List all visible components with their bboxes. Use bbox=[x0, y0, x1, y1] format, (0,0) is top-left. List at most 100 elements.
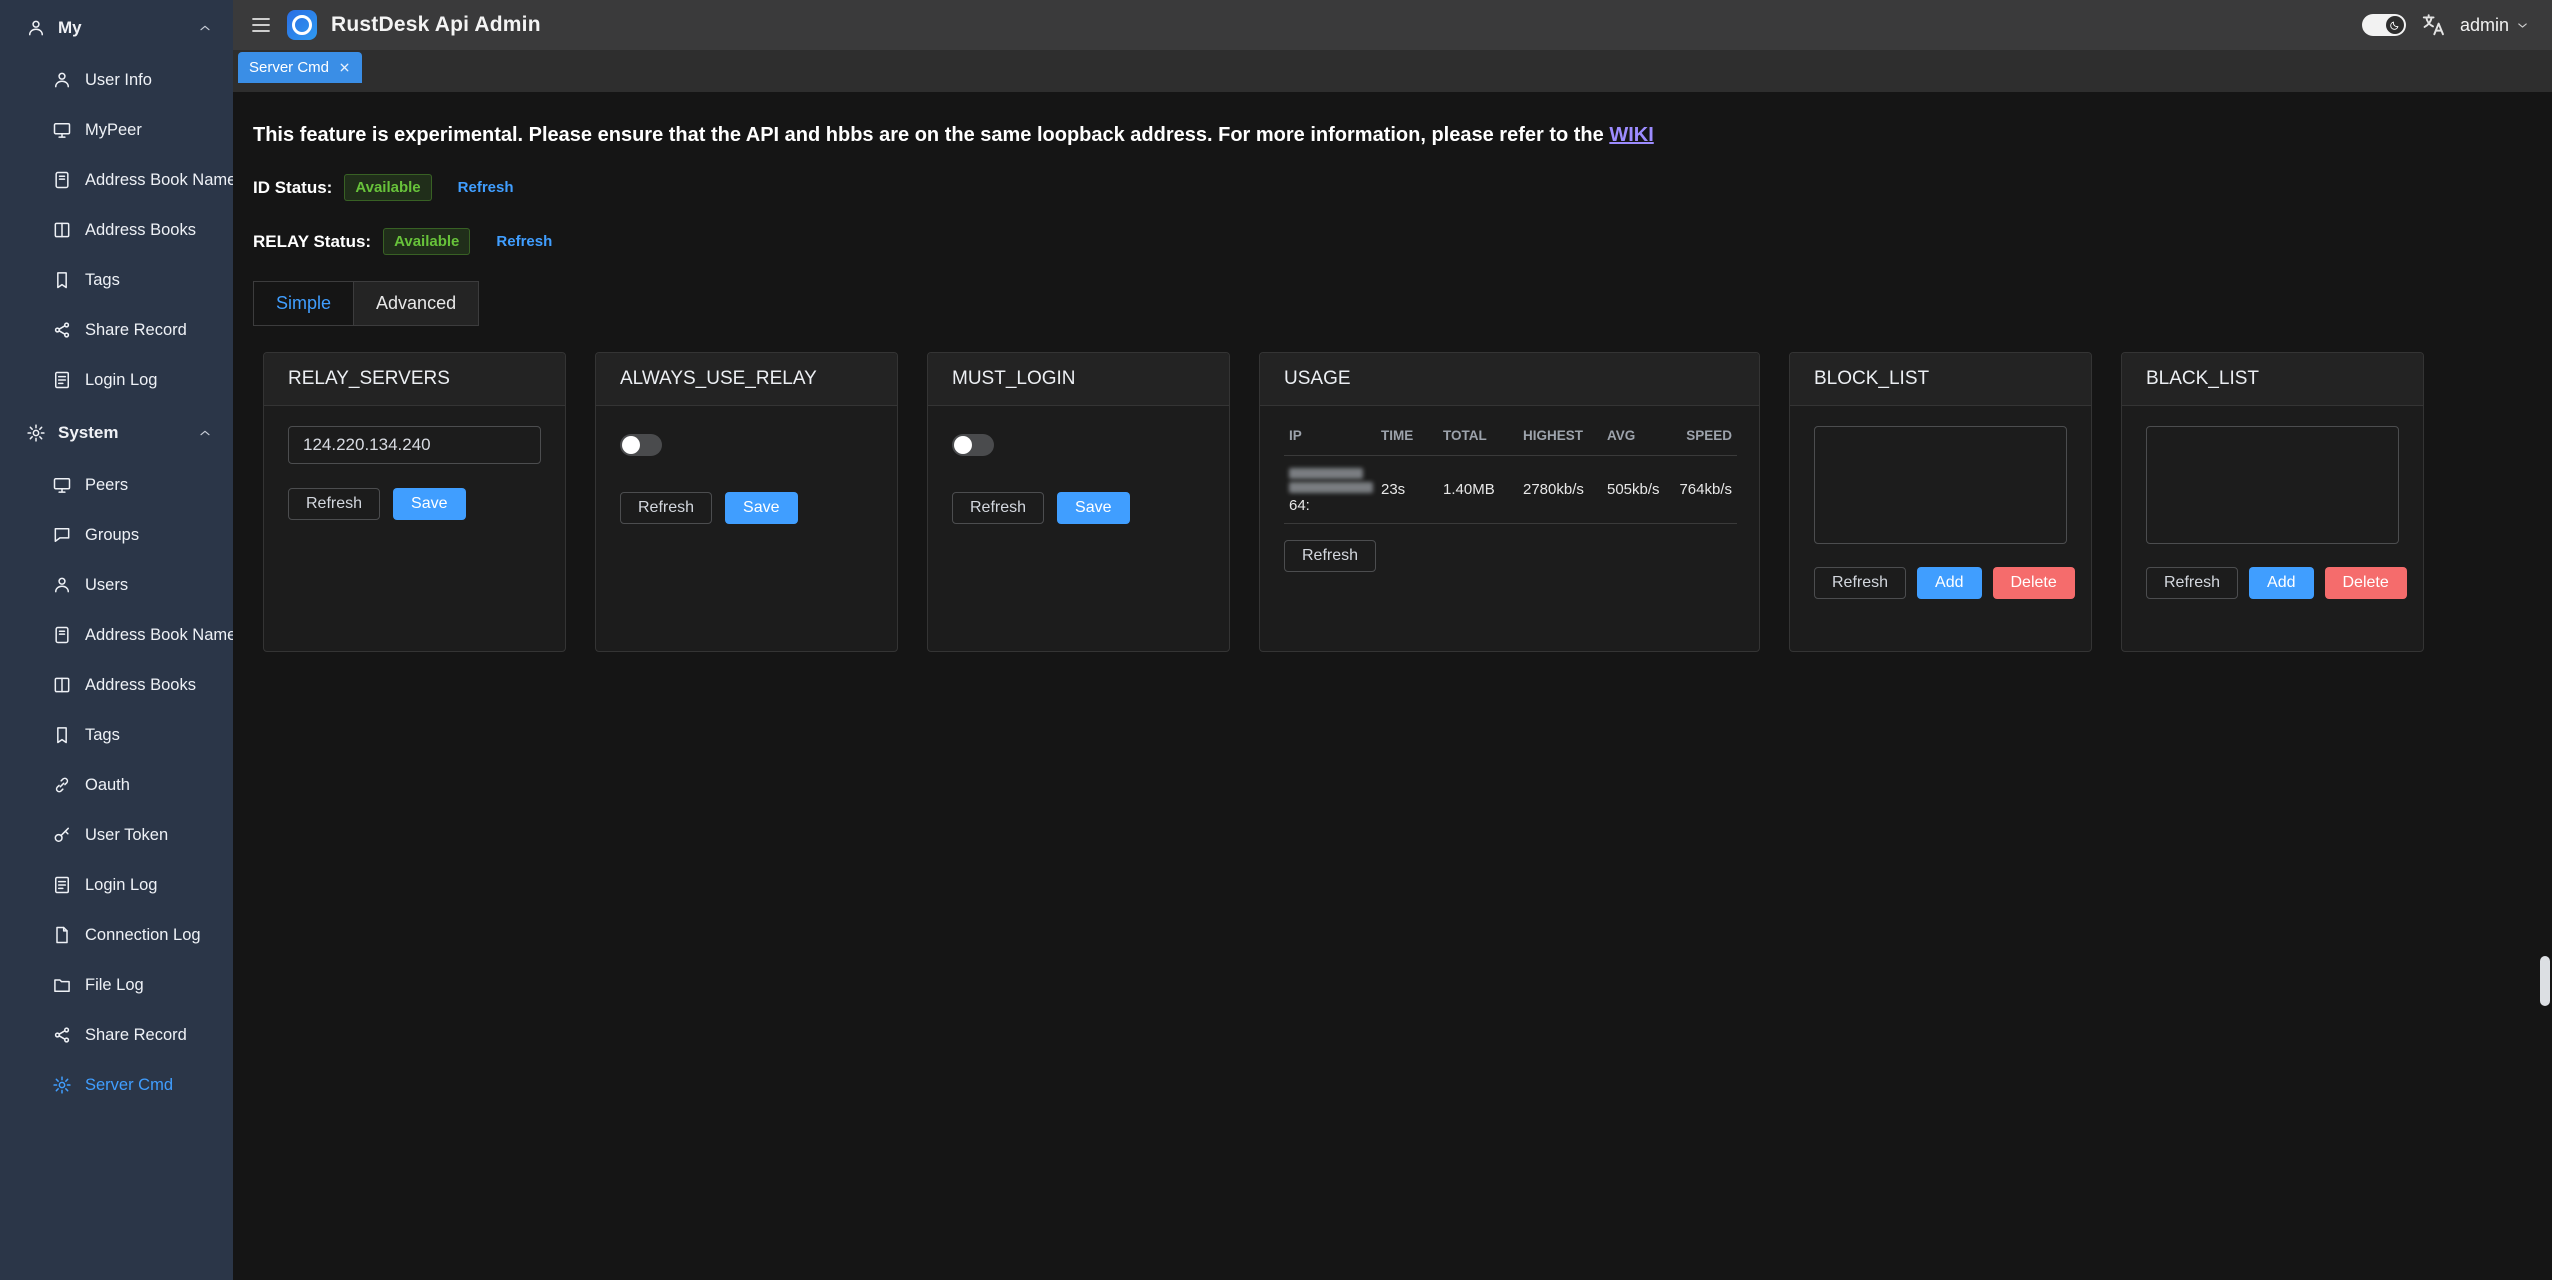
usage-table: IP TIME TOTAL HIGHEST AVG SPEED bbox=[1284, 416, 1737, 524]
sidebar-item-label: Share Record bbox=[85, 321, 187, 340]
column-header-avg: AVG bbox=[1602, 416, 1664, 456]
bookmark-icon bbox=[52, 725, 72, 745]
chevron-up-icon[interactable] bbox=[197, 20, 213, 36]
tab-server-cmd[interactable]: Server Cmd bbox=[238, 52, 362, 83]
sidebar-item-file-log[interactable]: File Log bbox=[0, 960, 233, 1010]
tab-advanced[interactable]: Advanced bbox=[353, 281, 479, 326]
sidebar-item-address-books[interactable]: Address Books bbox=[0, 205, 233, 255]
gear-icon bbox=[26, 423, 46, 443]
app-root: My User Info MyPeer Address Book Name Ad… bbox=[0, 0, 2552, 1280]
close-icon[interactable] bbox=[338, 61, 351, 74]
block-list-textarea[interactable] bbox=[1814, 426, 2067, 544]
app-title: RustDesk Api Admin bbox=[331, 13, 541, 37]
moon-icon bbox=[2389, 20, 2400, 31]
card-relay-servers: RELAY_SERVERS Refresh Save bbox=[263, 352, 566, 652]
card-title: USAGE bbox=[1260, 353, 1759, 406]
id-status-row: ID Status: Available Refresh bbox=[253, 174, 2528, 201]
sidebar-item-login-log-system[interactable]: Login Log bbox=[0, 860, 233, 910]
share-icon bbox=[52, 320, 72, 340]
tab-simple[interactable]: Simple bbox=[253, 281, 354, 326]
tab-label: Server Cmd bbox=[249, 59, 329, 76]
username-label: admin bbox=[2460, 15, 2509, 36]
sidebar-section-system[interactable]: System bbox=[0, 405, 233, 460]
save-button[interactable]: Save bbox=[725, 492, 797, 524]
bookmark-icon bbox=[52, 270, 72, 290]
column-header-speed: SPEED bbox=[1664, 416, 1737, 456]
sidebar-item-label: Users bbox=[85, 576, 128, 595]
delete-button[interactable]: Delete bbox=[1993, 567, 2075, 599]
delete-button[interactable]: Delete bbox=[2325, 567, 2407, 599]
sidebar-item-share-record-system[interactable]: Share Record bbox=[0, 1010, 233, 1060]
relay-status-label: RELAY Status: bbox=[253, 232, 371, 252]
rustdesk-logo bbox=[287, 10, 317, 40]
user-menu[interactable]: admin bbox=[2460, 15, 2530, 36]
sidebar-item-tags[interactable]: Tags bbox=[0, 255, 233, 305]
sidebar-item-server-cmd[interactable]: Server Cmd bbox=[0, 1060, 233, 1110]
must-login-toggle[interactable] bbox=[952, 434, 994, 456]
redacted-ip-line bbox=[1289, 468, 1363, 479]
sidebar-item-login-log[interactable]: Login Log bbox=[0, 355, 233, 405]
card-title: MUST_LOGIN bbox=[928, 353, 1229, 406]
sidebar-item-address-book-name[interactable]: Address Book Name bbox=[0, 155, 233, 205]
sidebar-item-users[interactable]: Users bbox=[0, 560, 233, 610]
add-button[interactable]: Add bbox=[2249, 567, 2313, 599]
column-header-ip: IP bbox=[1284, 416, 1376, 456]
sidebar-item-groups[interactable]: Groups bbox=[0, 510, 233, 560]
card-always-use-relay: ALWAYS_USE_RELAY Refresh Save bbox=[595, 352, 898, 652]
user-icon bbox=[26, 18, 46, 38]
card-usage: USAGE IP TIME TOTAL bbox=[1259, 352, 1760, 652]
chevron-up-icon[interactable] bbox=[197, 425, 213, 441]
sidebar-item-tags-system[interactable]: Tags bbox=[0, 710, 233, 760]
link-icon bbox=[52, 775, 72, 795]
refresh-button[interactable]: Refresh bbox=[288, 488, 380, 520]
notebook-icon bbox=[52, 625, 72, 645]
sidebar-item-label: Address Book Names bbox=[85, 626, 233, 645]
sidebar-item-peers[interactable]: Peers bbox=[0, 460, 233, 510]
sidebar-section-my[interactable]: My bbox=[0, 0, 233, 55]
books-icon bbox=[52, 220, 72, 240]
save-button[interactable]: Save bbox=[1057, 492, 1129, 524]
sidebar-item-label: Oauth bbox=[85, 776, 130, 795]
wiki-link[interactable]: WIKI bbox=[1609, 124, 1653, 146]
sidebar-item-oauth[interactable]: Oauth bbox=[0, 760, 233, 810]
id-status-label: ID Status: bbox=[253, 178, 332, 198]
save-button[interactable]: Save bbox=[393, 488, 465, 520]
monitor-icon bbox=[52, 475, 72, 495]
sidebar-item-label: Login Log bbox=[85, 876, 158, 895]
refresh-button[interactable]: Refresh bbox=[1814, 567, 1906, 599]
sidebar-item-address-book-names[interactable]: Address Book Names bbox=[0, 610, 233, 660]
folder-icon bbox=[52, 975, 72, 995]
add-button[interactable]: Add bbox=[1917, 567, 1981, 599]
refresh-button[interactable]: Refresh bbox=[1284, 540, 1376, 572]
sidebar-item-connection-log[interactable]: Connection Log bbox=[0, 910, 233, 960]
card-title: ALWAYS_USE_RELAY bbox=[596, 353, 897, 406]
scrollbar-thumb[interactable] bbox=[2540, 956, 2550, 1006]
sidebar-item-label: Connection Log bbox=[85, 926, 201, 945]
main-area: RustDesk Api Admin admin Server Cmd This… bbox=[233, 0, 2552, 1280]
settings-cards: RELAY_SERVERS Refresh Save ALWAYS_USE_RE… bbox=[253, 352, 2528, 652]
usage-table-row: 64: 23s 1.40MB 2780kb/s 505kb/s 764kb/s bbox=[1284, 456, 1737, 524]
id-status-refresh-link[interactable]: Refresh bbox=[458, 179, 514, 196]
mode-tabs: Simple Advanced bbox=[253, 281, 479, 326]
usage-time-cell: 23s bbox=[1376, 456, 1438, 524]
refresh-button[interactable]: Refresh bbox=[952, 492, 1044, 524]
relay-status-refresh-link[interactable]: Refresh bbox=[496, 233, 552, 250]
dark-mode-toggle[interactable] bbox=[2362, 14, 2406, 36]
refresh-button[interactable]: Refresh bbox=[620, 492, 712, 524]
sidebar-item-user-info[interactable]: User Info bbox=[0, 55, 233, 105]
sidebar-item-user-token[interactable]: User Token bbox=[0, 810, 233, 860]
document-icon bbox=[52, 925, 72, 945]
hamburger-menu-icon[interactable] bbox=[249, 13, 273, 37]
toggle-knob bbox=[2386, 16, 2404, 34]
sidebar: My User Info MyPeer Address Book Name Ad… bbox=[0, 0, 233, 1280]
always-use-relay-toggle[interactable] bbox=[620, 434, 662, 456]
translate-icon[interactable] bbox=[2420, 12, 2446, 38]
card-title: BLOCK_LIST bbox=[1790, 353, 2091, 406]
refresh-button[interactable]: Refresh bbox=[2146, 567, 2238, 599]
sidebar-item-label: File Log bbox=[85, 976, 144, 995]
sidebar-item-share-record[interactable]: Share Record bbox=[0, 305, 233, 355]
relay-servers-input[interactable] bbox=[288, 426, 541, 464]
black-list-textarea[interactable] bbox=[2146, 426, 2399, 544]
sidebar-item-mypeer[interactable]: MyPeer bbox=[0, 105, 233, 155]
sidebar-item-address-books-system[interactable]: Address Books bbox=[0, 660, 233, 710]
